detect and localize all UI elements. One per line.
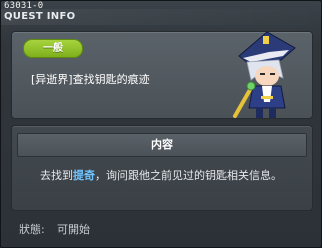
content-text-after: ，询问跟他之前见过的钥匙相关信息。 — [95, 169, 282, 182]
content-text-before: 去找到 — [40, 169, 73, 182]
quest-info-window: 63031-0 QUEST INFO 一般 [异逝界]查找钥匙的痕迹 内容 去找… — [0, 0, 322, 248]
status-label: 狀態: — [19, 223, 45, 236]
content-header: 内容 — [17, 133, 307, 157]
status-value: 可開始 — [57, 223, 90, 236]
quest-id: 63031-0 — [4, 1, 44, 11]
npc-portrait-icon — [233, 31, 296, 118]
npc-name-link[interactable]: 提奇 — [73, 169, 95, 182]
content-text: 去找到提奇，询问跟他之前见过的钥匙相关信息。 — [17, 167, 305, 183]
quest-type-badge: 一般 — [23, 39, 83, 58]
quest-name: [异逝界]查找钥匙的痕迹 — [31, 73, 150, 86]
window-title: QUEST INFO — [4, 11, 76, 22]
